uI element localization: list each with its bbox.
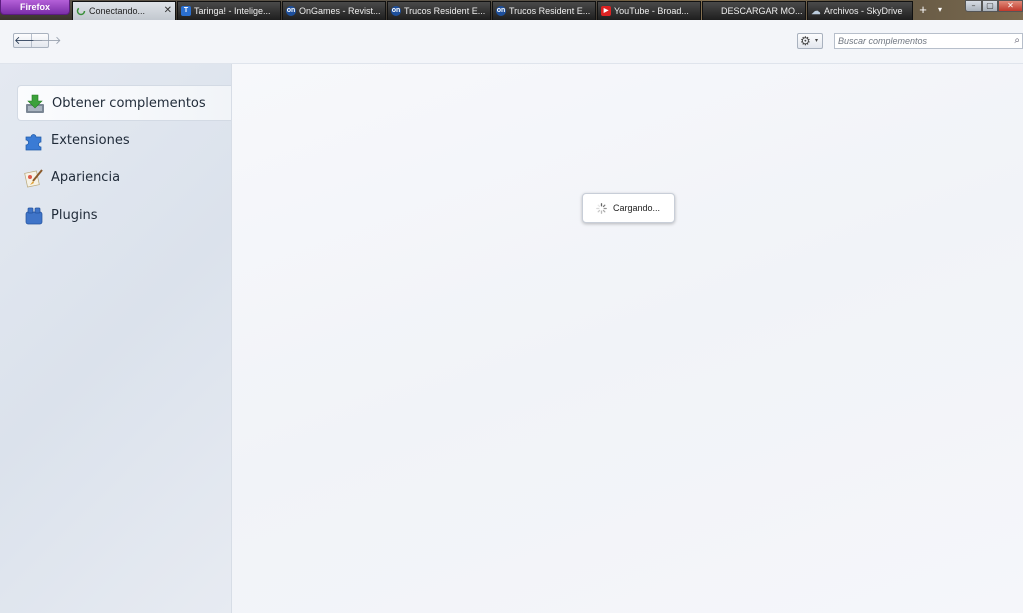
tab-youtube[interactable]: ▶ YouTube - Broad... bbox=[597, 1, 701, 20]
close-window-button[interactable]: ✕ bbox=[998, 0, 1023, 12]
category-extensions[interactable]: Extensiones bbox=[17, 123, 231, 159]
paintbrush-icon bbox=[24, 168, 44, 188]
get-addons-icon bbox=[25, 94, 45, 114]
category-label: Apariencia bbox=[51, 170, 121, 185]
search-addons-input[interactable] bbox=[838, 34, 1006, 48]
tab-label: Trucos Resident E... bbox=[404, 6, 486, 16]
list-all-tabs-button[interactable]: ▾ bbox=[935, 2, 945, 18]
category-plugins[interactable]: Plugins bbox=[17, 198, 231, 234]
loading-notification: Cargando... bbox=[582, 193, 675, 223]
tab-label: Archivos - SkyDrive bbox=[824, 6, 903, 16]
tab-trucos-2[interactable]: on Trucos Resident E... bbox=[492, 1, 596, 20]
search-icon[interactable]: ⌕ bbox=[1014, 34, 1020, 48]
tab-conectando[interactable]: Conectando... ✕ bbox=[72, 1, 176, 20]
category-get-addons[interactable]: Obtener complementos bbox=[17, 85, 231, 121]
forward-button[interactable]: 🡒 bbox=[32, 34, 62, 47]
tab-label: Taringa! - Intelige... bbox=[194, 6, 271, 16]
chevron-down-icon: ▾ bbox=[815, 37, 819, 44]
tab-label: OnGames - Revist... bbox=[299, 6, 381, 16]
tab-ongames[interactable]: on OnGames - Revist... bbox=[282, 1, 386, 20]
loading-icon bbox=[76, 6, 86, 16]
tab-descargar[interactable]: DESCARGAR MO... bbox=[702, 1, 806, 20]
gear-icon: ⚙ bbox=[800, 34, 811, 48]
ongames-icon: on bbox=[286, 6, 296, 16]
categories-sidebar: Obtener complementos Extensiones Aparien… bbox=[0, 64, 231, 613]
tab-bar: Firefox Conectando... ✕ T Taringa! - Int… bbox=[0, 0, 1023, 20]
maximize-button[interactable]: ▢ bbox=[982, 0, 998, 12]
category-appearance[interactable]: Apariencia bbox=[17, 160, 231, 196]
spinner-icon bbox=[596, 203, 607, 214]
new-tab-button[interactable]: + bbox=[916, 1, 930, 19]
addons-content-pane: Cargando... bbox=[231, 64, 1023, 613]
category-label: Plugins bbox=[51, 208, 98, 223]
close-tab-icon[interactable]: ✕ bbox=[164, 2, 172, 20]
tab-skydrive[interactable]: ☁ Archivos - SkyDrive bbox=[807, 1, 913, 20]
tab-label: Trucos Resident E... bbox=[509, 6, 591, 16]
loading-text: Cargando... bbox=[613, 203, 661, 213]
taringa-icon: T bbox=[181, 6, 191, 16]
plugin-block-icon bbox=[24, 206, 44, 226]
tab-label: DESCARGAR MO... bbox=[721, 6, 803, 16]
skydrive-icon: ☁ bbox=[811, 6, 821, 16]
category-label: Extensiones bbox=[51, 133, 130, 148]
ongames-icon: on bbox=[391, 6, 401, 16]
tab-label: YouTube - Broad... bbox=[614, 6, 689, 16]
firefox-menu-button[interactable]: Firefox bbox=[0, 0, 70, 15]
back-button[interactable]: 🡐 bbox=[14, 34, 44, 47]
minimize-button[interactable]: – bbox=[965, 0, 982, 12]
search-box: ⌕ bbox=[834, 33, 1023, 49]
history-nav: 🡐 🡒 bbox=[13, 33, 62, 48]
tab-taringa[interactable]: T Taringa! - Intelige... bbox=[177, 1, 281, 20]
tab-label: Conectando... bbox=[89, 6, 146, 16]
addons-toolbar: 🡐 🡒 ⚙ ▾ ⌕ bbox=[0, 20, 1023, 64]
category-label: Obtener complementos bbox=[52, 96, 206, 111]
ongames-icon: on bbox=[496, 6, 506, 16]
tab-trucos-1[interactable]: on Trucos Resident E... bbox=[387, 1, 491, 20]
youtube-icon: ▶ bbox=[601, 6, 611, 16]
tools-gear-button[interactable]: ⚙ ▾ bbox=[797, 33, 823, 49]
puzzle-piece-icon bbox=[24, 131, 44, 151]
